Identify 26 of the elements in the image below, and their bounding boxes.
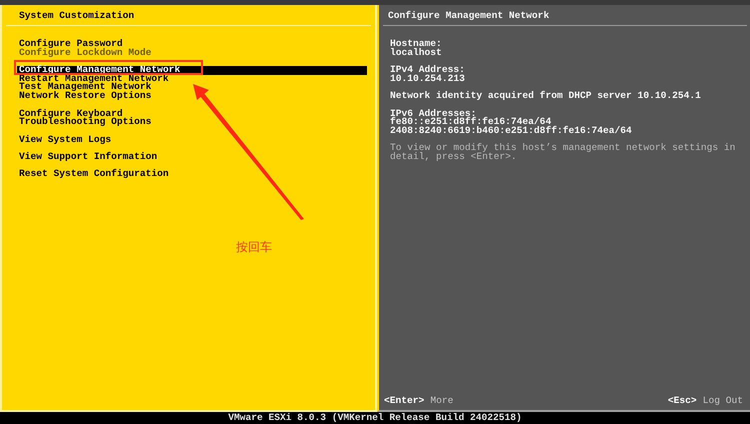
action-label: More <box>430 395 454 406</box>
action-label: Log Out <box>702 395 743 406</box>
menu-item[interactable]: Restart Management Network <box>17 74 367 84</box>
version-text: VMware ESXi 8.0.3 (VMKernel Release Build 24022518) <box>228 412 522 423</box>
info-text: 2408:8240:6619:b460:e251:d8ff:fe16:74ea/64 <box>390 126 633 136</box>
key-label: <Enter> <box>384 395 424 406</box>
hint-text: To view or modify this host’s management network settings in detail, press <Enter>. <box>390 144 736 162</box>
menu-item[interactable]: Troubleshooting Options <box>17 118 367 127</box>
annotation-text: 按回车 <box>236 240 272 254</box>
info-text: Hostname: <box>390 40 443 49</box>
menu-item[interactable]: Network Restore Options <box>17 92 367 101</box>
menu-item[interactable]: View System Logs <box>17 136 367 144</box>
info-text: IPv6 Addresses: <box>390 110 476 118</box>
panel-title: System Customization <box>18 9 136 22</box>
menu-item[interactable]: Test Management Network <box>17 83 367 92</box>
info-text: fe80::e251:d8ff:fe16:74ea/64 <box>390 118 552 127</box>
key-label: <Esc> <box>668 395 697 406</box>
info-text: localhost <box>390 48 443 58</box>
menu-item[interactable]: Reset System Configuration <box>17 170 367 179</box>
menu-item[interactable]: Configure Keyboard <box>17 110 367 118</box>
menu-item[interactable]: Configure Password <box>17 40 367 49</box>
info-text: IPv4 Address: <box>390 66 466 75</box>
panel-title: Configure Management Network <box>387 9 550 22</box>
info-text: Network identity acquired from DHCP server 10.10.254.1 <box>390 92 702 101</box>
menu-item[interactable]: View Support Information <box>17 152 367 162</box>
info-text: 10.10.254.213 <box>390 74 466 84</box>
